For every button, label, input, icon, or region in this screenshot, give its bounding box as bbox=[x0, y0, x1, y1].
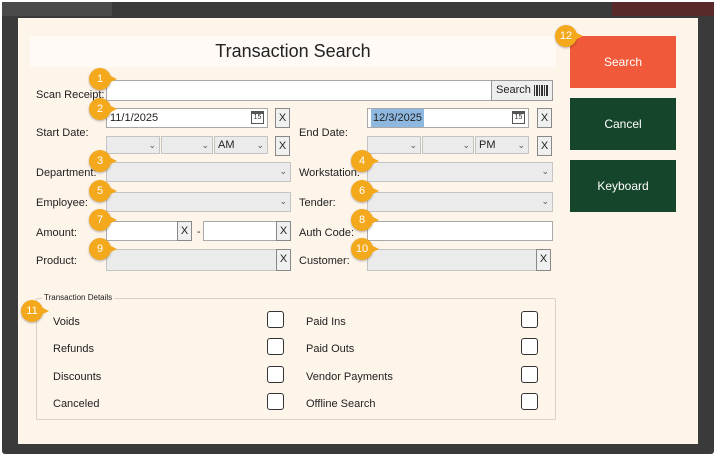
end-date-value: 12/3/2025 bbox=[371, 109, 424, 127]
employee-dropdown[interactable]: ⌄ bbox=[106, 192, 291, 212]
discounts-checkbox[interactable] bbox=[267, 366, 284, 383]
clear-customer-button[interactable]: X bbox=[536, 249, 551, 271]
callout-badge: 4 bbox=[351, 150, 379, 172]
customer-input[interactable] bbox=[367, 249, 537, 271]
callout-badge: 2 bbox=[89, 98, 117, 120]
start-hour-dropdown[interactable]: ⌄ bbox=[106, 136, 160, 154]
start-date-value: 11/1/2025 bbox=[110, 112, 159, 124]
product-label: Product: bbox=[36, 255, 77, 267]
scan-receipt-input[interactable] bbox=[106, 80, 492, 101]
paid-ins-label: Paid Ins bbox=[306, 316, 346, 328]
amount-min-input[interactable] bbox=[106, 221, 178, 241]
end-date-label: End Date: bbox=[299, 127, 348, 139]
transaction-details-title: Transaction Details bbox=[42, 293, 115, 302]
offline-search-label: Offline Search bbox=[306, 398, 376, 410]
search-button[interactable]: Search bbox=[570, 36, 676, 88]
keyboard-button[interactable]: Keyboard bbox=[570, 160, 676, 212]
chevron-down-icon: ⌄ bbox=[541, 196, 549, 206]
offline-search-checkbox[interactable] bbox=[521, 393, 538, 410]
voids-checkbox[interactable] bbox=[267, 311, 284, 328]
transaction-details-group bbox=[36, 298, 556, 420]
barcode-icon bbox=[534, 85, 548, 96]
vendor-payments-label: Vendor Payments bbox=[306, 371, 393, 383]
discounts-label: Discounts bbox=[53, 371, 102, 383]
start-minute-dropdown[interactable]: ⌄ bbox=[161, 136, 213, 154]
title-bar: Transaction Search bbox=[30, 36, 556, 67]
clear-start-time-button[interactable]: X bbox=[275, 136, 290, 156]
department-label: Department: bbox=[36, 167, 97, 179]
chevron-down-icon: ⌄ bbox=[409, 140, 417, 150]
chevron-down-icon: ⌄ bbox=[279, 166, 287, 176]
chevron-down-icon: ⌄ bbox=[148, 140, 156, 150]
start-ampm-value: AM bbox=[218, 139, 235, 151]
amount-range-dash: - bbox=[197, 226, 201, 238]
workstation-dropdown[interactable]: ⌄ bbox=[367, 162, 553, 182]
refunds-checkbox[interactable] bbox=[267, 338, 284, 355]
employee-label: Employee: bbox=[36, 197, 88, 209]
tender-label: Tender: bbox=[299, 197, 336, 209]
amount-max-input[interactable] bbox=[203, 221, 277, 241]
paid-outs-checkbox[interactable] bbox=[521, 338, 538, 355]
chevron-down-icon: ⌄ bbox=[279, 196, 287, 206]
clear-end-date-button[interactable]: X bbox=[537, 108, 552, 128]
background-strip bbox=[2, 2, 112, 16]
product-input[interactable] bbox=[106, 249, 277, 271]
callout-badge: 1 bbox=[89, 68, 117, 90]
end-minute-dropdown[interactable]: ⌄ bbox=[422, 136, 474, 154]
calendar-icon[interactable]: 15 bbox=[512, 111, 525, 124]
background-strip bbox=[612, 2, 714, 16]
start-ampm-dropdown[interactable]: AM ⌄ bbox=[214, 136, 268, 154]
paid-outs-label: Paid Outs bbox=[306, 343, 355, 355]
clear-product-button[interactable]: X bbox=[276, 249, 291, 271]
clear-amount-max-button[interactable]: X bbox=[276, 221, 291, 241]
customer-label: Customer: bbox=[299, 255, 350, 267]
callout-badge: 8 bbox=[351, 209, 379, 231]
callout-badge: 10 bbox=[351, 238, 379, 260]
callout-badge: 12 bbox=[555, 25, 583, 47]
auth-code-label: Auth Code: bbox=[299, 227, 355, 239]
chevron-down-icon: ⌄ bbox=[517, 140, 525, 150]
chevron-down-icon: ⌄ bbox=[462, 140, 470, 150]
start-date-label: Start Date: bbox=[36, 127, 89, 139]
callout-badge: 11 bbox=[21, 300, 49, 322]
refunds-label: Refunds bbox=[53, 343, 94, 355]
end-ampm-value: PM bbox=[479, 139, 496, 151]
workstation-label: Workstation: bbox=[299, 167, 360, 179]
callout-badge: 6 bbox=[351, 180, 379, 202]
auth-code-input[interactable] bbox=[367, 221, 553, 241]
callout-badge: 7 bbox=[89, 209, 117, 231]
tender-dropdown[interactable]: ⌄ bbox=[367, 192, 553, 212]
department-dropdown[interactable]: ⌄ bbox=[106, 162, 291, 182]
callout-badge: 9 bbox=[89, 238, 117, 260]
amount-label: Amount: bbox=[36, 227, 77, 239]
callout-badge: 3 bbox=[89, 150, 117, 172]
end-hour-dropdown[interactable]: ⌄ bbox=[367, 136, 421, 154]
start-date-input[interactable]: 11/1/2025 15 bbox=[106, 108, 268, 128]
clear-end-time-button[interactable]: X bbox=[537, 136, 552, 156]
clear-amount-min-button[interactable]: X bbox=[177, 221, 192, 241]
chevron-down-icon: ⌄ bbox=[201, 140, 209, 150]
canceled-checkbox[interactable] bbox=[267, 393, 284, 410]
callout-badge: 5 bbox=[89, 180, 117, 202]
voids-label: Voids bbox=[53, 316, 80, 328]
scan-search-button[interactable]: Search bbox=[491, 80, 553, 101]
end-ampm-dropdown[interactable]: PM ⌄ bbox=[475, 136, 529, 154]
chevron-down-icon: ⌄ bbox=[256, 140, 264, 150]
clear-start-date-button[interactable]: X bbox=[275, 108, 290, 128]
calendar-icon[interactable]: 15 bbox=[251, 111, 264, 124]
paid-ins-checkbox[interactable] bbox=[521, 311, 538, 328]
cancel-button[interactable]: Cancel bbox=[570, 98, 676, 150]
canceled-label: Canceled bbox=[53, 398, 100, 410]
vendor-payments-checkbox[interactable] bbox=[521, 366, 538, 383]
end-date-input[interactable]: 12/3/2025 15 bbox=[367, 108, 529, 128]
page-title: Transaction Search bbox=[215, 41, 371, 61]
scan-search-label: Search bbox=[496, 84, 531, 96]
chevron-down-icon: ⌄ bbox=[541, 166, 549, 176]
